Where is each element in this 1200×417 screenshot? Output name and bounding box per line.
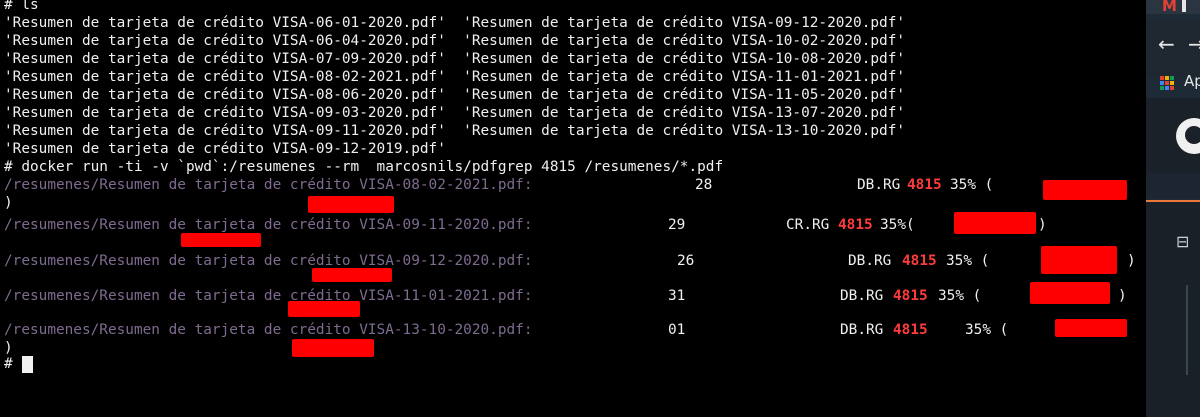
redaction-box [312,268,392,282]
terminal-cursor [22,356,33,373]
result-file-path: /resumenes/Resumen de tarjeta de crédito… [4,288,533,304]
ls-output-line: 'Resumen de tarjeta de crédito VISA-09-1… [4,123,906,139]
redaction-box [292,339,374,357]
terminal-window[interactable]: # ls 'Resumen de tarjeta de crédito VISA… [0,0,1146,417]
result-match: 4815 [838,217,873,233]
shell-prompt: # [4,356,13,372]
result-match: 4815 [893,288,928,304]
ls-command-line: # ls [4,0,39,13]
redaction-box [288,301,360,317]
result-percent: 35% ( [950,177,994,193]
result-code: CR.RG [786,217,830,233]
apps-label[interactable]: Ap [1184,72,1200,90]
result-day: 01 [668,322,686,338]
result-percent: 35% ( [965,322,1009,338]
result-percent: 35% ( [938,288,982,304]
result-day: 28 [695,177,713,193]
redaction-box [1043,180,1127,200]
result-code: DB.RG [840,288,884,304]
result-day: 29 [668,217,686,233]
result-file-path: /resumenes/Resumen de tarjeta de crédito… [4,253,533,269]
ls-output-line: 'Resumen de tarjeta de crédito VISA-08-0… [4,87,906,103]
result-file-path: /resumenes/Resumen de tarjeta de crédito… [4,177,533,193]
result-day: 26 [677,253,695,269]
ls-output-line: 'Resumen de tarjeta de crédito VISA-08-0… [4,69,906,85]
redaction-box [308,196,394,213]
result-match: 4815 [893,322,928,338]
scroll-track[interactable] [1186,285,1200,375]
redaction-box [181,233,261,247]
result-match: 4815 [902,253,937,269]
ls-output-line: 'Resumen de tarjeta de crédito VISA-09-1… [4,141,446,157]
redaction-box [1030,282,1110,304]
result-close-paren: ) [1127,253,1136,269]
docker-command-line: # docker run -ti -v `pwd`:/resumenes --r… [4,159,724,175]
ls-output-line: 'Resumen de tarjeta de crédito VISA-06-0… [4,15,906,31]
result-close-paren: ) [4,195,13,211]
result-code: DB.RG [857,177,901,193]
back-arrow-icon[interactable]: ← [1158,32,1175,56]
result-code: DB.RG [840,322,884,338]
nav-row [1146,173,1200,199]
result-match: 4815 [907,177,942,193]
browser-side-panel: M ← → Ap ⊟ [1146,0,1200,417]
result-percent: 35%( [880,217,915,233]
redaction-box [1055,319,1127,337]
ls-output-line: 'Resumen de tarjeta de crédito VISA-09-0… [4,105,906,121]
apps-grid-icon[interactable] [1160,76,1174,90]
result-code: DB.RG [848,253,892,269]
bookmark-icon[interactable]: ⊟ [1176,232,1189,251]
result-close-paren: ) [1118,288,1127,304]
ls-output-line: 'Resumen de tarjeta de crédito VISA-06-0… [4,33,906,49]
forward-arrow-icon[interactable]: → [1188,32,1200,56]
result-percent: 35% ( [946,253,990,269]
ls-output-line: 'Resumen de tarjeta de crédito VISA-07-0… [4,51,906,67]
redaction-box [1041,246,1117,274]
redaction-box [954,212,1036,234]
gmail-icon[interactable]: M [1162,0,1177,15]
result-day: 31 [668,288,686,304]
result-file-path: /resumenes/Resumen de tarjeta de crédito… [4,322,533,338]
result-close-paren: ) [1038,217,1047,233]
tab-indicator [1182,0,1186,12]
result-file-path: /resumenes/Resumen de tarjeta de crédito… [4,217,533,233]
